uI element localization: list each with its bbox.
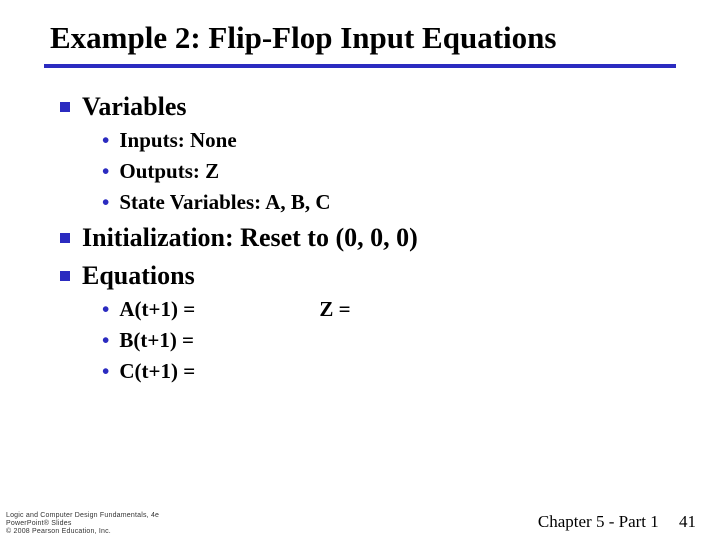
section-heading: Variables xyxy=(82,92,187,122)
list-item: • State Variables: A, B, C xyxy=(102,190,670,215)
slide-body: Variables • Inputs: None • Outputs: Z • … xyxy=(0,68,720,384)
list-item: • B(t+1) = xyxy=(102,328,670,353)
list-item: • Outputs: Z xyxy=(102,159,670,184)
section-variables: Variables xyxy=(60,92,670,122)
dot-bullet-icon: • xyxy=(102,330,109,351)
inputs-text: Inputs: None xyxy=(119,128,236,153)
section-equations: Equations xyxy=(60,261,670,291)
square-bullet-icon xyxy=(60,102,70,112)
section-heading: Equations xyxy=(82,261,195,291)
outputs-text: Outputs: Z xyxy=(119,159,219,184)
section-initialization: Initialization: Reset to (0, 0, 0) xyxy=(60,223,670,253)
slide-title: Example 2: Flip-Flop Input Equations xyxy=(0,0,720,64)
equation-a: A(t+1) = xyxy=(119,297,319,322)
copyright-block: Logic and Computer Design Fundamentals, … xyxy=(6,512,159,536)
dot-bullet-icon: • xyxy=(102,130,109,151)
slide-footer: Chapter 5 - Part 1 41 xyxy=(538,512,696,532)
chapter-label: Chapter 5 - Part 1 xyxy=(538,512,659,531)
equation-b: B(t+1) = xyxy=(119,328,194,353)
equation-z: Z = xyxy=(319,297,559,322)
page-number: 41 xyxy=(679,512,696,531)
list-item: • Inputs: None xyxy=(102,128,670,153)
dot-bullet-icon: • xyxy=(102,361,109,382)
equation-c: C(t+1) = xyxy=(119,359,195,384)
dot-bullet-icon: • xyxy=(102,192,109,213)
copyright-line-1: Logic and Computer Design Fundamentals, … xyxy=(6,512,159,520)
dot-bullet-icon: • xyxy=(102,161,109,182)
square-bullet-icon xyxy=(60,233,70,243)
list-item: • C(t+1) = xyxy=(102,359,670,384)
section-heading: Initialization: Reset to (0, 0, 0) xyxy=(82,223,418,253)
variables-sublist: • Inputs: None • Outputs: Z • State Vari… xyxy=(60,128,670,215)
equations-sublist: • A(t+1) = Z = • B(t+1) = • C(t+1) = xyxy=(60,297,670,384)
copyright-line-3: © 2008 Pearson Education, Inc. xyxy=(6,528,159,536)
dot-bullet-icon: • xyxy=(102,299,109,320)
list-item: • A(t+1) = Z = xyxy=(102,297,670,322)
copyright-line-2: PowerPoint® Slides xyxy=(6,520,159,528)
state-vars-text: State Variables: A, B, C xyxy=(119,190,330,215)
square-bullet-icon xyxy=(60,271,70,281)
slide: Example 2: Flip-Flop Input Equations Var… xyxy=(0,0,720,540)
